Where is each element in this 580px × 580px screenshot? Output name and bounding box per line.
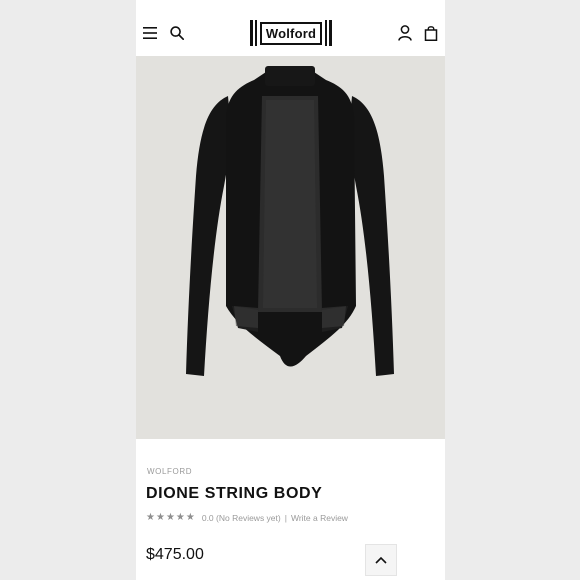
wolford-logo[interactable]: Wolford <box>244 19 338 47</box>
rating-separator: | <box>284 513 287 523</box>
logo-text: Wolford <box>259 21 323 45</box>
logo-bar-right <box>328 20 332 46</box>
search-icon[interactable] <box>170 26 184 40</box>
star-icon: ★ <box>185 512 195 523</box>
bodysuit-image <box>186 66 394 376</box>
write-review-link[interactable]: Write a Review <box>291 513 348 523</box>
account-icon[interactable] <box>398 25 412 41</box>
product-price: $475.00 <box>146 546 204 563</box>
chevron-up-icon <box>375 556 387 564</box>
product-title: DIONE STRING BODY <box>146 485 323 502</box>
rating-stars[interactable]: ★ ★ ★ ★ ★ <box>146 513 196 523</box>
product-image[interactable] <box>136 56 445 439</box>
logo-bar-right-inner <box>325 20 327 46</box>
rating-row: ★ ★ ★ ★ ★ 0.0 (No Reviews yet) | Write a… <box>146 512 348 524</box>
site-header: Wolford <box>136 0 445 56</box>
logo-bar-left <box>250 20 254 46</box>
product-brand: WOLFORD <box>147 467 193 476</box>
star-icon: ★ <box>146 512 155 523</box>
logo-bar-left-inner <box>255 20 257 46</box>
star-icon: ★ <box>175 512 185 523</box>
rating-text: 0.0 (No Reviews yet) <box>201 513 281 523</box>
bag-icon[interactable] <box>424 25 438 41</box>
menu-icon[interactable] <box>143 27 157 39</box>
phone-screen: Wolford WOLFORD DIONE STRING BODY ★ ★ ★ … <box>136 0 445 580</box>
star-icon: ★ <box>155 512 165 523</box>
star-icon: ★ <box>165 512 175 523</box>
scroll-to-top-button[interactable] <box>365 544 397 576</box>
